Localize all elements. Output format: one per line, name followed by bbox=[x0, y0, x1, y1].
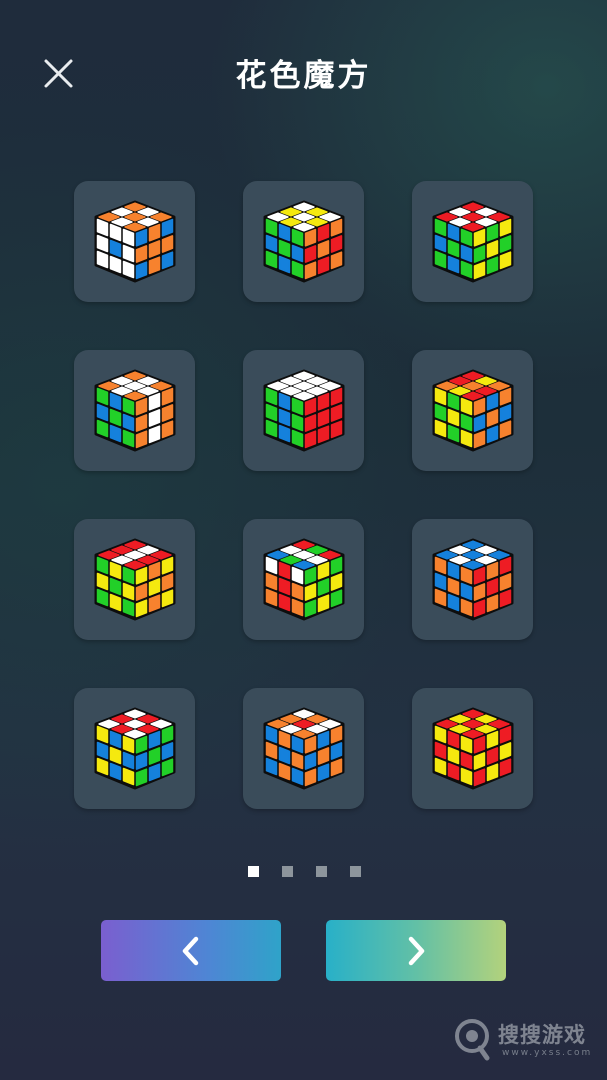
cube-icon bbox=[263, 200, 345, 283]
cube-icon bbox=[432, 538, 514, 621]
pattern-tile-12[interactable] bbox=[412, 688, 533, 809]
watermark-url: www.yxss.com bbox=[502, 1048, 593, 1058]
search-logo-icon bbox=[455, 1019, 490, 1061]
page-indicator bbox=[0, 866, 607, 878]
pattern-grid bbox=[74, 181, 534, 811]
pattern-tile-11[interactable] bbox=[243, 688, 364, 809]
page-dot-3[interactable] bbox=[316, 866, 327, 877]
cube-icon bbox=[432, 707, 514, 790]
pattern-tile-6[interactable] bbox=[412, 350, 533, 471]
watermark-text: 搜搜游戏 bbox=[498, 1023, 586, 1047]
pattern-tile-1[interactable] bbox=[74, 181, 195, 302]
cube-icon bbox=[94, 707, 176, 790]
pattern-tile-5[interactable] bbox=[243, 350, 364, 471]
cube-icon bbox=[94, 538, 176, 621]
pattern-tile-3[interactable] bbox=[412, 181, 533, 302]
cube-icon bbox=[432, 369, 514, 452]
page-dot-4[interactable] bbox=[350, 866, 361, 877]
prev-page-button[interactable] bbox=[101, 920, 281, 981]
page-title: 花色魔方 bbox=[235, 58, 372, 94]
chevron-left-icon bbox=[182, 936, 199, 966]
cube-icon bbox=[263, 707, 345, 790]
next-page-button[interactable] bbox=[326, 920, 506, 981]
cube-icon bbox=[94, 369, 176, 452]
page-dot-1[interactable] bbox=[248, 866, 259, 877]
cube-icon bbox=[263, 369, 345, 452]
cube-icon bbox=[263, 538, 345, 621]
cube-icon bbox=[94, 200, 176, 283]
page-dot-2[interactable] bbox=[282, 866, 293, 877]
pattern-tile-7[interactable] bbox=[74, 519, 195, 640]
pattern-tile-8[interactable] bbox=[243, 519, 364, 640]
pattern-tile-4[interactable] bbox=[74, 350, 195, 471]
chevron-right-icon bbox=[408, 936, 425, 966]
pattern-tile-2[interactable] bbox=[243, 181, 364, 302]
pattern-tile-9[interactable] bbox=[412, 519, 533, 640]
cube-icon bbox=[432, 200, 514, 283]
watermark: 搜搜游戏 www.yxss.com bbox=[450, 1015, 600, 1065]
pattern-tile-10[interactable] bbox=[74, 688, 195, 809]
